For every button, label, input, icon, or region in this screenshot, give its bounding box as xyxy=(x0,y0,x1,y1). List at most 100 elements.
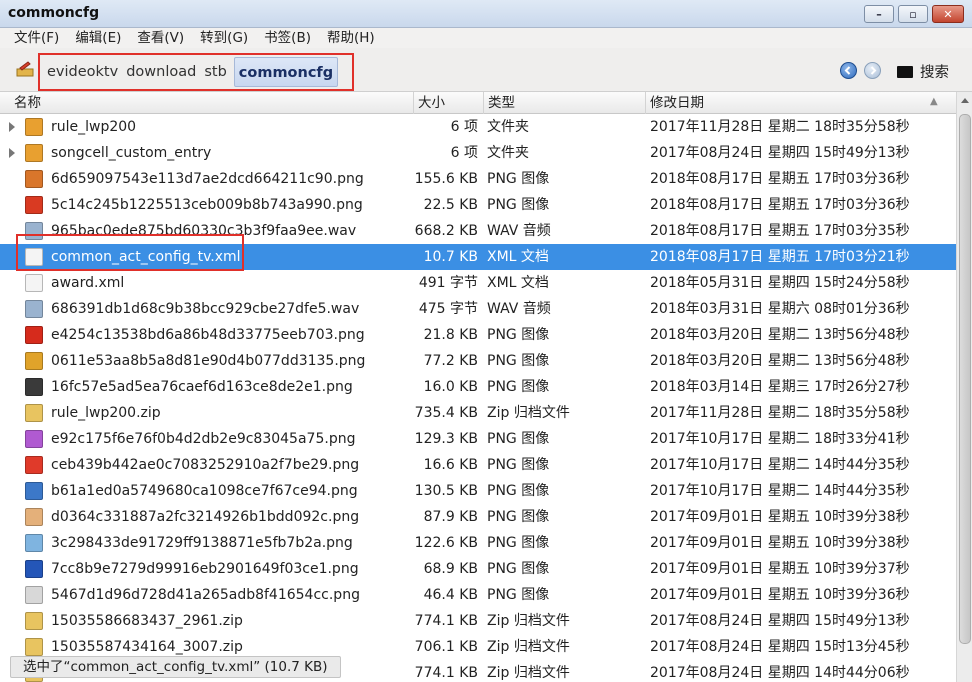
file-row[interactable]: rule_lwp200.zip 735.4 KB Zip 归档文件 2017年11月2… xyxy=(0,400,956,426)
file-type: PNG 图像 xyxy=(487,353,550,369)
highlight-annotation xyxy=(16,234,244,271)
column-size[interactable]: 大小 xyxy=(414,92,484,114)
file-row[interactable]: b61a1ed0a5749680ca1098ce7f67ce94.png 130.… xyxy=(0,478,956,504)
file-modified: 2018年08月17日 星期五 17时03分35秒 xyxy=(650,223,910,239)
file-row[interactable]: e92c175f6e76f0b4d2db2e9c83045a75.png 129.… xyxy=(0,426,956,452)
archive-icon xyxy=(25,404,43,422)
breadcrumb-commoncfg[interactable]: commoncfg xyxy=(233,57,339,87)
file-row[interactable]: 0611e53aa8b5a8d81e90d4b077dd3135.png 77.2… xyxy=(0,348,956,374)
file-name: songcell_custom_entry xyxy=(51,145,212,161)
file-size: 16.0 KB xyxy=(423,379,478,395)
image-icon xyxy=(25,586,43,604)
menu-view[interactable]: 查看(V) xyxy=(137,28,184,48)
file-modified: 2018年03月20日 星期二 13时56分48秒 xyxy=(650,327,910,343)
file-type: PNG 图像 xyxy=(487,431,550,447)
file-type: PNG 图像 xyxy=(487,327,550,343)
image-icon xyxy=(25,326,43,344)
file-row[interactable]: 3c298433de91729ff9138871e5fb7b2a.png 122.… xyxy=(0,530,956,556)
file-size: 774.1 KB xyxy=(414,665,478,681)
file-type: PNG 图像 xyxy=(487,171,550,187)
column-header: 名称 大小 类型 修改日期 ▲ xyxy=(0,92,956,114)
folder-icon xyxy=(25,118,43,136)
column-name[interactable]: 名称 xyxy=(10,92,414,114)
close-button[interactable]: ✕ xyxy=(932,5,964,23)
file-row[interactable]: e4254c13538bd6a86b48d33775eeb703.png 21.8… xyxy=(0,322,956,348)
file-row[interactable]: 5467d1d96d728d41a265adb8f41654cc.png 46.4… xyxy=(0,582,956,608)
menu-file[interactable]: 文件(F) xyxy=(14,28,59,48)
file-modified: 2017年10月17日 星期二 14时44分35秒 xyxy=(650,457,910,473)
breadcrumb-evideoktv[interactable]: evideoktv xyxy=(46,57,125,87)
maximize-button[interactable]: ▫ xyxy=(898,5,928,23)
image-icon xyxy=(25,560,43,578)
menu-help[interactable]: 帮助(H) xyxy=(327,28,375,48)
image-icon xyxy=(25,534,43,552)
window-title: commoncfg xyxy=(8,5,100,21)
file-size: 10.7 KB xyxy=(423,249,478,265)
expander-icon[interactable] xyxy=(9,122,15,132)
file-modified: 2017年09月01日 星期五 10时39分36秒 xyxy=(650,587,910,603)
minimize-button[interactable]: – xyxy=(864,5,894,23)
file-name: 686391db1d68c9b38bcc929cbe27dfe5.wav xyxy=(51,301,360,317)
breadcrumb-download[interactable]: download xyxy=(125,57,203,87)
file-size: 21.8 KB xyxy=(423,327,478,343)
file-size: 735.4 KB xyxy=(414,405,478,421)
file-type: PNG 图像 xyxy=(487,483,550,499)
file-type: PNG 图像 xyxy=(487,587,550,603)
file-size: 122.6 KB xyxy=(414,535,478,551)
file-type: 文件夹 xyxy=(487,119,529,135)
file-name: e92c175f6e76f0b4d2db2e9c83045a75.png xyxy=(51,431,356,447)
file-row[interactable]: rule_lwp200 6 项文件夹 2017年11月28日 星期二 18时35分5… xyxy=(0,114,956,140)
file-name: 0611e53aa8b5a8d81e90d4b077dd3135.png xyxy=(51,353,366,369)
search-button-label[interactable]: 搜索 xyxy=(920,61,949,82)
scrollbar-thumb[interactable] xyxy=(959,114,971,644)
file-name: 7cc8b9e7279d99916eb2901649f03ce1.png xyxy=(51,561,359,577)
file-modified: 2018年08月17日 星期五 17时03分36秒 xyxy=(650,171,910,187)
image-icon xyxy=(25,456,43,474)
vertical-scrollbar[interactable] xyxy=(956,92,972,682)
file-modified: 2017年08月24日 星期四 15时49分13秒 xyxy=(650,145,910,161)
file-row[interactable]: 15035586683437_2961.zip 774.1 KB Zip 归档文件 2… xyxy=(0,608,956,634)
file-modified: 2017年08月24日 星期四 15时13分45秒 xyxy=(650,639,910,655)
file-size: 491 字节 xyxy=(418,275,478,291)
minimize-icon: – xyxy=(876,7,882,21)
edit-location-icon[interactable] xyxy=(16,61,34,77)
file-row[interactable]: 686391db1d68c9b38bcc929cbe27dfe5.wav 475 … xyxy=(0,296,956,322)
archive-icon xyxy=(25,638,43,656)
file-row[interactable]: 6d659097543e113d7ae2dcd664211c90.png 155.… xyxy=(0,166,956,192)
column-type[interactable]: 类型 xyxy=(484,92,646,114)
expander-icon[interactable] xyxy=(9,148,15,158)
file-name: rule_lwp200 xyxy=(51,119,137,135)
forward-button[interactable] xyxy=(864,62,881,79)
back-button[interactable] xyxy=(840,62,857,79)
file-size: 68.9 KB xyxy=(423,561,478,577)
column-modified[interactable]: 修改日期 xyxy=(646,92,956,114)
file-size: 130.5 KB xyxy=(414,483,478,499)
file-type: PNG 图像 xyxy=(487,197,550,213)
arrow-right-icon xyxy=(870,66,877,75)
breadcrumb-stb[interactable]: stb xyxy=(203,57,233,87)
xml-document-icon xyxy=(25,274,43,292)
menu-edit[interactable]: 编辑(E) xyxy=(75,28,121,48)
file-modified: 2017年08月24日 星期四 14时44分06秒 xyxy=(650,665,910,681)
file-type: Zip 归档文件 xyxy=(487,665,570,681)
menu-go[interactable]: 转到(G) xyxy=(200,28,248,48)
file-row[interactable]: 5c14c245b1225513ceb009b8b743a990.png 22.5… xyxy=(0,192,956,218)
file-type: PNG 图像 xyxy=(487,535,550,551)
file-row[interactable]: songcell_custom_entry 6 项文件夹 2017年08月24日 星… xyxy=(0,140,956,166)
breadcrumb: evideoktv download stb commoncfg xyxy=(38,53,354,91)
file-modified: 2018年03月14日 星期三 17时26分27秒 xyxy=(650,379,910,395)
file-row[interactable]: 16fc57e5ad5ea76caef6d163ce8de2e1.png 16.0… xyxy=(0,374,956,400)
file-type: WAV 音频 xyxy=(487,223,551,239)
menu-bookmarks[interactable]: 书签(B) xyxy=(264,28,311,48)
file-row[interactable]: ceb439b442ae0c7083252910a2f7be29.png 16.6… xyxy=(0,452,956,478)
file-modified: 2018年05月31日 星期四 15时24分58秒 xyxy=(650,275,910,291)
scroll-up-icon[interactable] xyxy=(961,98,969,103)
file-row[interactable]: d0364c331887a2fc3214926b1bdd092c.png 87.9… xyxy=(0,504,956,530)
file-row[interactable]: award.xml 491 字节 XML 文档 2018年05月31日 星期四 15时… xyxy=(0,270,956,296)
image-icon xyxy=(25,482,43,500)
file-row[interactable]: 7cc8b9e7279d99916eb2901649f03ce1.png 68.9… xyxy=(0,556,956,582)
file-modified: 2017年09月01日 星期五 10时39分38秒 xyxy=(650,535,910,551)
file-name: 3c298433de91729ff9138871e5fb7b2a.png xyxy=(51,535,353,551)
file-modified: 2018年03月31日 星期六 08时01分36秒 xyxy=(650,301,910,317)
search-icon[interactable] xyxy=(897,66,913,78)
